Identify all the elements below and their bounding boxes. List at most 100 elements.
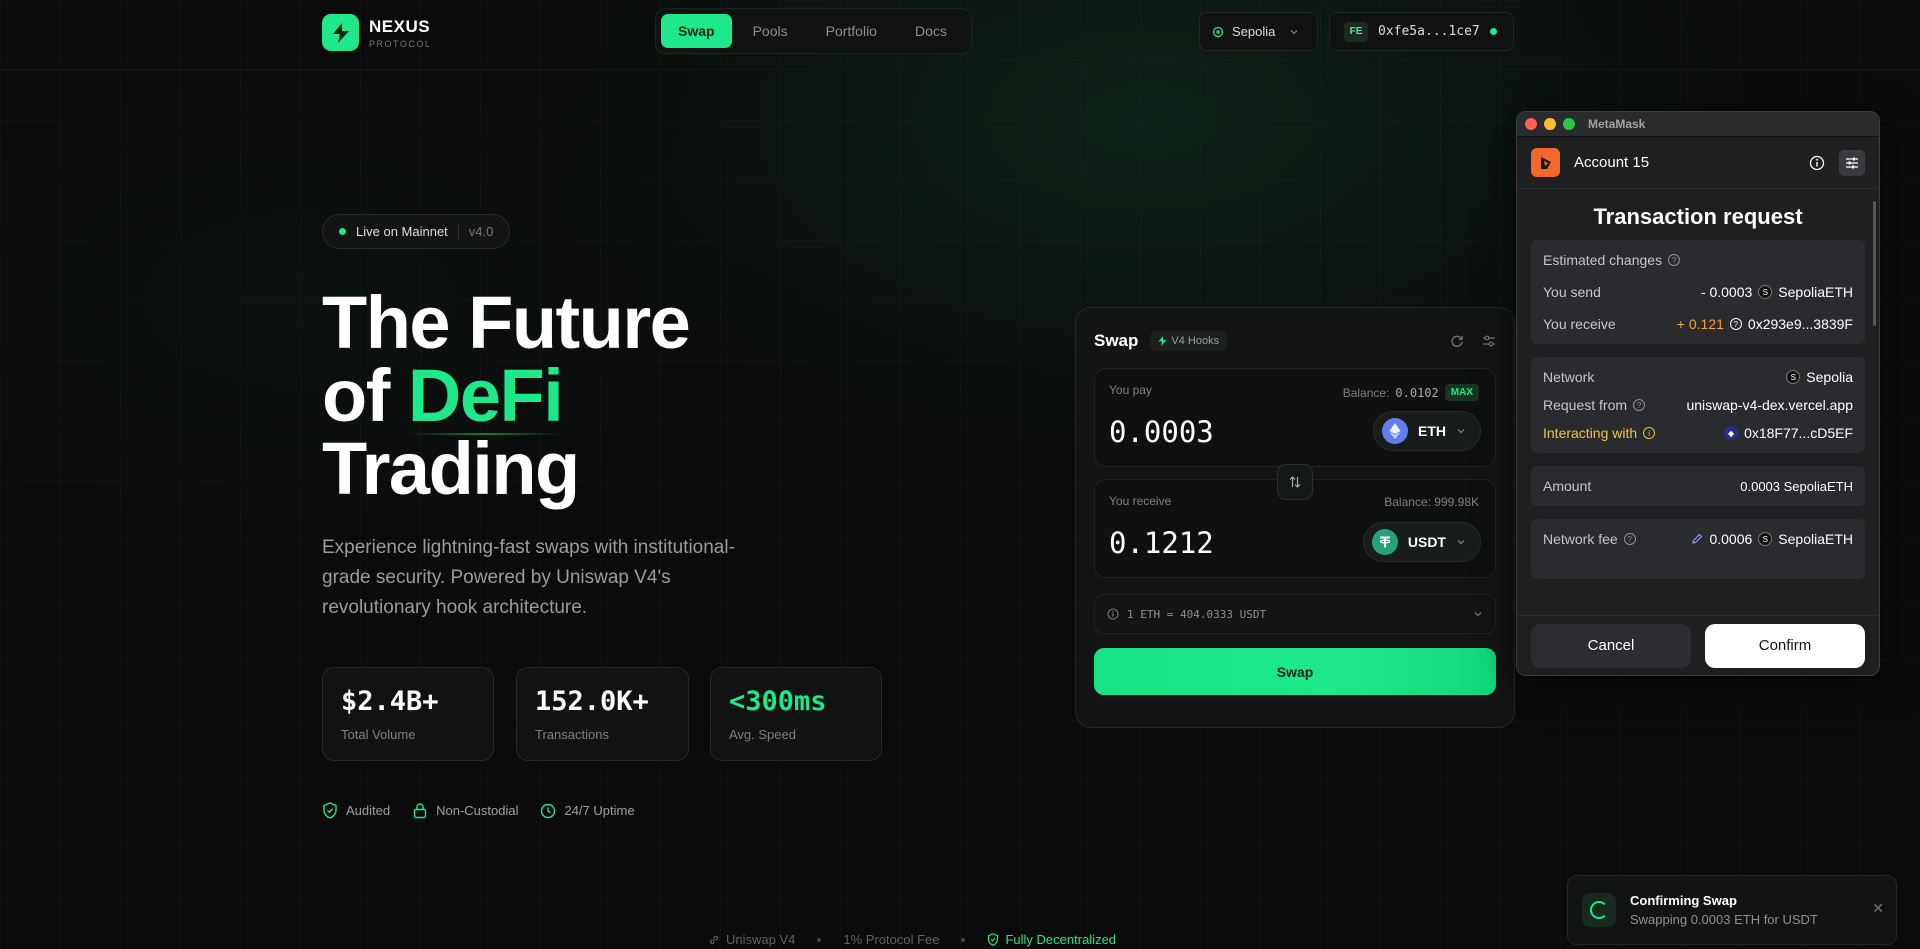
account-avatar: FE (1344, 21, 1368, 42)
flip-direction-button[interactable] (1277, 464, 1313, 500)
chevron-down-icon (1457, 540, 1465, 545)
hero-title-line-1: The Future (322, 281, 691, 364)
tab-swap[interactable]: Swap (661, 14, 732, 48)
you-receive-token[interactable]: 0x293e9...3839F (1748, 316, 1853, 332)
info-icon[interactable] (1809, 155, 1825, 171)
account-button[interactable]: FE 0xfe5a...1ce7 (1329, 12, 1514, 51)
footer-item-decentralized: Fully Decentralized (987, 932, 1116, 947)
request-info-box: Network S Sepolia Request from? uniswap-v… (1531, 357, 1865, 453)
you-receive-value-wrap: + 0.121? 0x293e9...3839F (1677, 316, 1853, 332)
warning-info-icon[interactable]: i (1643, 427, 1656, 439)
network-fee-row: Network fee? 0.0006 S SepoliaETH (1543, 531, 1853, 547)
interacting-label-wrap: Interacting with i (1543, 425, 1656, 441)
confirm-button[interactable]: Confirm (1705, 623, 1865, 668)
estimated-changes-label-wrap: Estimated changes? (1543, 252, 1681, 268)
hero-title-accent: DeFi (407, 354, 564, 437)
edit-pencil-icon[interactable] (1691, 533, 1703, 545)
receive-token-selector[interactable]: USDT (1362, 522, 1481, 562)
badge-uptime: 24/7 Uptime (540, 802, 635, 819)
maximize-window-button[interactable] (1563, 118, 1575, 130)
top-nav: NEXUS PROTOCOL Swap Pools Portfolio Docs… (0, 0, 1920, 70)
chevron-down-icon (1457, 429, 1465, 434)
trust-badges: Audited Non-Custodial 24/7 Uptime (322, 802, 635, 819)
network-selector[interactable]: Sepolia (1199, 12, 1318, 51)
account-actions (1809, 149, 1865, 176)
swap-arrows-icon (1289, 476, 1301, 488)
minimize-window-button[interactable] (1544, 118, 1556, 130)
live-status-text: Live on Mainnet (356, 224, 448, 239)
max-button[interactable]: MAX (1444, 384, 1479, 401)
swap-button[interactable]: Swap (1094, 648, 1496, 695)
network-value-wrap: S Sepolia (1786, 369, 1853, 385)
tab-docs[interactable]: Docs (898, 14, 964, 48)
contract-icon: ◆ (1724, 426, 1739, 440)
close-icon[interactable]: ✕ (1872, 900, 1884, 917)
shield-check-icon (323, 802, 337, 819)
tab-portfolio[interactable]: Portfolio (809, 14, 894, 48)
network-name: Sepolia (1232, 24, 1276, 39)
stat-value: $2.4B+ (341, 686, 439, 717)
footer-label: Fully Decentralized (1005, 932, 1117, 947)
metamask-account-bar: Account 15 (1517, 137, 1879, 189)
badge-label: Audited (346, 803, 391, 818)
lock-icon (413, 803, 427, 819)
sepolia-network-icon: S (1786, 370, 1801, 384)
stat-card-speed: <300ms Avg. Speed (710, 667, 882, 761)
you-receive-label: You receive (1543, 316, 1616, 332)
chevron-down-icon (1474, 612, 1482, 617)
pay-token-symbol: ETH (1418, 423, 1446, 439)
network-fee-label-wrap: Network fee? (1543, 531, 1636, 547)
settings-sliders-icon (1846, 157, 1858, 168)
interacting-with-row: Interacting with i ◆ 0x18F77...cD5EF (1543, 425, 1853, 441)
confirming-toast: Confirming Swap Swapping 0.0003 ETH for … (1567, 875, 1897, 945)
usdt-icon (1371, 529, 1398, 555)
tab-pools[interactable]: Pools (736, 14, 805, 48)
sepolia-token-icon: S (1758, 285, 1773, 299)
exchange-rate: 1 ETH = 404.0333 USDT (1127, 607, 1267, 621)
transaction-details[interactable]: Transaction request Estimated changes? Y… (1517, 189, 1879, 592)
help-icon[interactable]: ? (1668, 254, 1681, 266)
balance-value: 0.0102 (1395, 385, 1439, 400)
refresh-icon[interactable] (1450, 334, 1464, 348)
scrollbar[interactable] (1873, 201, 1876, 326)
stat-label: Total Volume (341, 727, 416, 742)
help-icon[interactable]: ? (1623, 533, 1636, 545)
account-name[interactable]: Account 15 (1574, 154, 1649, 171)
cancel-button[interactable]: Cancel (1531, 623, 1691, 668)
receive-token-symbol: USDT (1407, 534, 1446, 550)
you-send-label: You send (1543, 284, 1601, 300)
hooks-badge: V4 Hooks (1150, 331, 1228, 351)
help-icon[interactable]: ? (1633, 399, 1646, 411)
you-send-token: SepoliaETH (1778, 284, 1853, 300)
footer-label: Uniswap V4 (726, 932, 796, 947)
hero-title-of: of (322, 354, 408, 437)
connected-dot (1489, 28, 1497, 35)
network-row: Network S Sepolia (1543, 369, 1853, 385)
interacting-label: Interacting with (1543, 425, 1638, 441)
exchange-rate-row[interactable]: 1 ETH = 404.0333 USDT (1094, 594, 1496, 634)
pay-token-selector[interactable]: ETH (1373, 411, 1481, 451)
you-send-value: - 0.0003 (1700, 284, 1753, 300)
you-send-value-wrap: - 0.0003 S SepoliaETH (1701, 284, 1853, 300)
window-titlebar: MetaMask (1517, 112, 1879, 137)
receive-amount: 0.1212 (1109, 526, 1214, 560)
footer-item-uniswap: Uniswap V4 (708, 932, 795, 947)
brand-subtitle: PROTOCOL (369, 38, 432, 49)
metamask-window: MetaMask Account 15 Transaction request … (1516, 111, 1880, 676)
toast-message: Swapping 0.0003 ETH for USDT (1630, 912, 1818, 927)
estimated-changes-header: Estimated changes? (1543, 252, 1853, 268)
interacting-value[interactable]: 0x18F77...cD5EF (1744, 425, 1853, 441)
pay-amount-input[interactable]: 0.0003 (1109, 415, 1214, 449)
estimated-changes-label: Estimated changes (1543, 252, 1663, 268)
link-icon (709, 935, 719, 944)
you-receive-row: You receive + 0.121? 0x293e9...3839F (1543, 316, 1853, 332)
pay-field[interactable]: You pay Balance: 0.0102 MAX 0.0003 ETH (1094, 368, 1496, 467)
logo[interactable]: NEXUS PROTOCOL (322, 14, 431, 51)
dot-separator (961, 937, 966, 942)
close-window-button[interactable] (1525, 118, 1537, 130)
settings-sliders-icon[interactable] (1482, 334, 1496, 348)
amount-box: Amount 0.0003 SepoliaETH (1531, 466, 1865, 506)
footer-strip: Uniswap V4 1% Protocol Fee Fully Decentr… (708, 932, 1116, 947)
network-fee-token: SepoliaETH (1778, 531, 1853, 547)
settings-sliders-button[interactable] (1839, 149, 1865, 176)
